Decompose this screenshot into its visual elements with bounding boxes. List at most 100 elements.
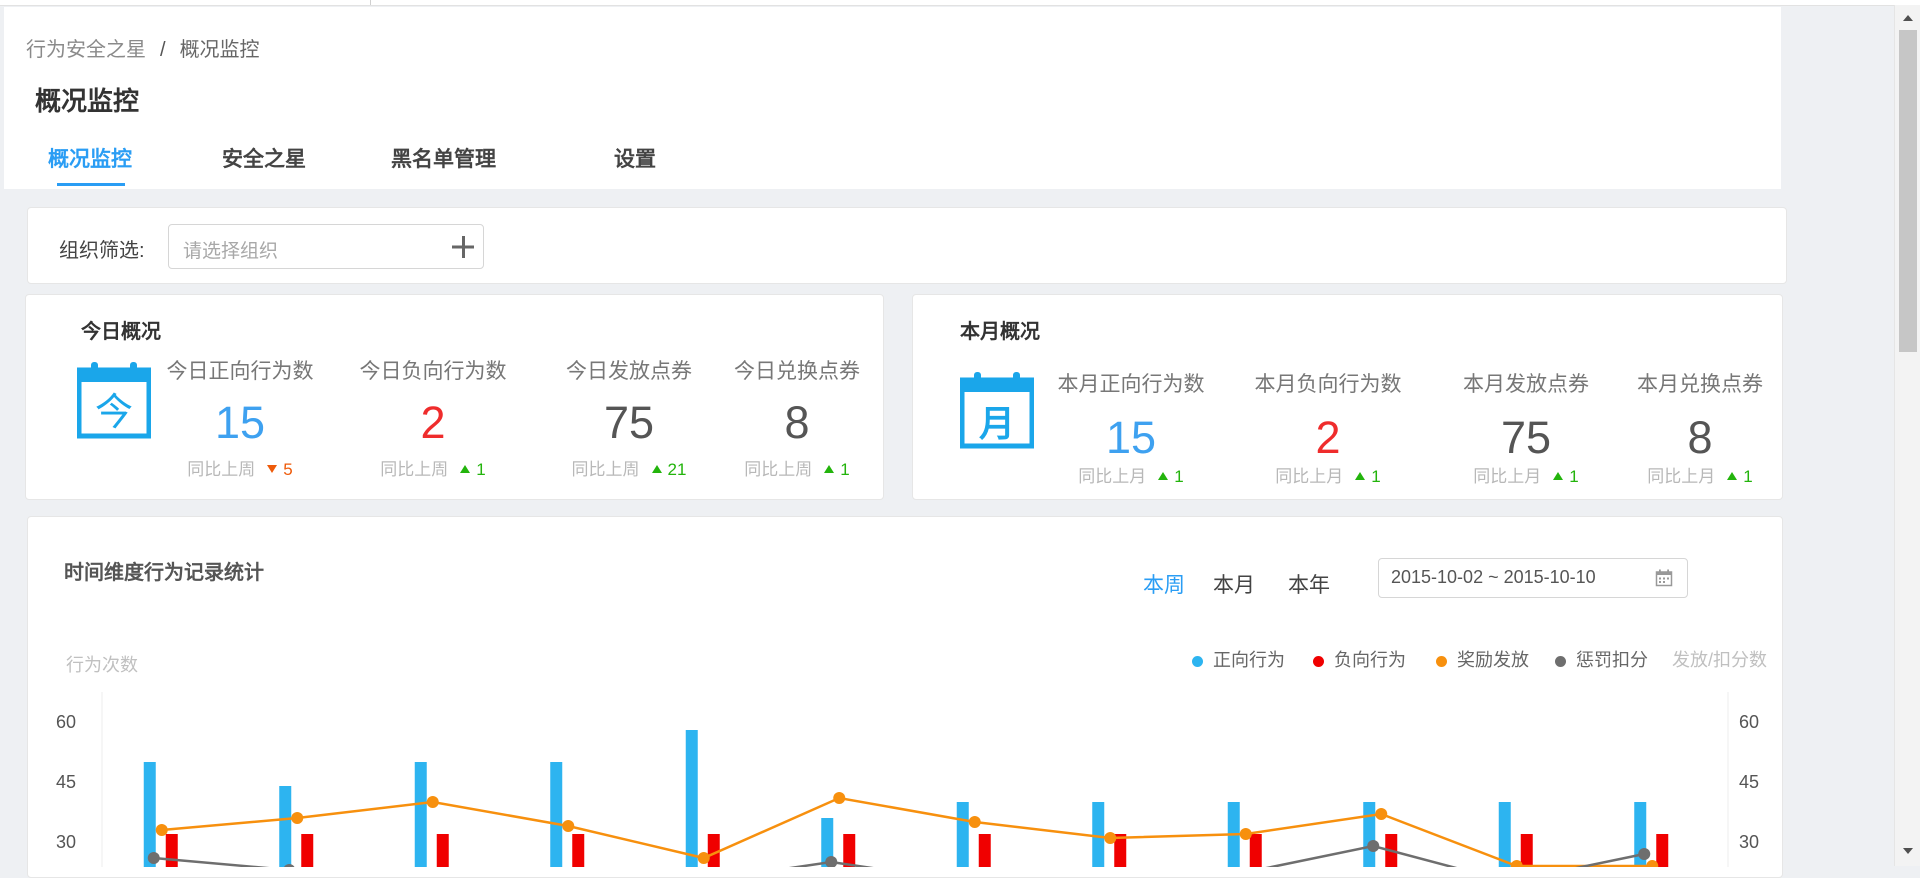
point-reward — [697, 852, 710, 864]
bar-positive — [1092, 802, 1105, 867]
stat-compare: 同比上周 1 — [380, 460, 486, 479]
point-reward — [291, 812, 304, 824]
legend-reward[interactable]: 奖励发放 — [1436, 646, 1529, 672]
stat-label: 今日负向行为数 — [359, 360, 507, 383]
trend-up-icon — [1553, 472, 1564, 480]
calendar-month-char: 月 — [979, 404, 1015, 445]
org-select-placeholder: 请选择组织 — [183, 241, 279, 262]
line-penalty — [153, 844, 1645, 867]
legend-penalty[interactable]: 惩罚扣分 — [1555, 646, 1648, 672]
point-reward — [426, 796, 439, 808]
stat-label: 本月正向行为数 — [1057, 373, 1205, 396]
bar-negative — [165, 834, 178, 867]
stat-month-redeemed: 本月兑换点券 8 同比上月 1 — [1610, 368, 1790, 487]
tab-settings[interactable]: 设置 — [614, 143, 656, 173]
stat-label: 本月负向行为数 — [1254, 373, 1402, 396]
breadcrumb: 行为安全之星 / 概况监控 — [26, 33, 260, 62]
tab-bar: 概况监控 安全之星 黑名单管理 设置 — [4, 139, 904, 187]
time-dimension-chart-card: 60 45 30 60 45 30 时间维度行为记录统计 本周 本月 本年 2015-10… — [27, 516, 1783, 878]
point-reward — [155, 824, 168, 836]
date-range-picker[interactable]: 2015-10-02 ~ 2015-10-10 — [1378, 558, 1688, 598]
legend-dot-icon — [1313, 655, 1324, 667]
stat-value: 15 — [214, 397, 266, 448]
stat-compare: 同比上月 1 — [1647, 467, 1753, 486]
right-axis-label: 发放/扣分数 — [1672, 650, 1768, 670]
trend-up-icon — [460, 465, 471, 473]
stat-label: 本月发放点券 — [1463, 373, 1589, 396]
trend-up-icon — [1158, 472, 1169, 480]
right-tick-label: 60 — [1739, 712, 1759, 732]
plus-icon[interactable] — [450, 234, 476, 260]
breadcrumb-root[interactable]: 行为安全之星 — [26, 39, 146, 61]
right-tick-label: 30 — [1739, 832, 1759, 852]
left-axis-label: 行为次数 — [66, 655, 138, 675]
stat-value: 15 — [1105, 412, 1157, 463]
month-overview-title: 本月概况 — [960, 321, 1040, 343]
point-penalty — [1638, 848, 1651, 860]
stat-label: 本月兑换点券 — [1637, 373, 1763, 396]
line-reward — [161, 796, 1653, 867]
trend-up-icon — [824, 465, 835, 473]
period-month-button[interactable]: 本月 — [1213, 569, 1255, 599]
point-reward — [833, 792, 846, 804]
stat-value: 8 — [1687, 412, 1713, 463]
bar-negative — [436, 834, 449, 867]
stat-compare: 同比上月 1 — [1275, 467, 1381, 486]
bar-negative — [301, 834, 314, 867]
breadcrumb-separator: / — [160, 39, 166, 61]
tab-safety-star[interactable]: 安全之星 — [222, 143, 306, 173]
chart-title: 时间维度行为记录统计 — [64, 562, 264, 584]
legend-dot-icon — [1192, 655, 1203, 667]
point-reward — [1104, 832, 1117, 844]
vertical-scrollbar[interactable] — [1894, 5, 1920, 866]
period-year-button[interactable]: 本年 — [1288, 569, 1330, 599]
page-title: 概况监控 — [35, 86, 140, 116]
bar-negative — [1656, 834, 1669, 867]
calendar-today-char: 今 — [95, 390, 133, 434]
scroll-thumb[interactable] — [1899, 30, 1917, 352]
trend-up-icon — [651, 465, 662, 473]
stat-value: 75 — [1500, 412, 1552, 463]
stat-compare: 同比上周 5 — [187, 460, 293, 479]
trend-up-icon — [1727, 472, 1738, 480]
stat-month-positive: 本月正向行为数 15 同比上月 1 — [1041, 368, 1221, 487]
bar-negative — [572, 834, 585, 867]
stat-value: 75 — [603, 397, 655, 448]
legend-negative[interactable]: 负向行为 — [1313, 646, 1406, 672]
bar-positive — [279, 786, 292, 867]
filter-label: 组织筛选: — [59, 240, 145, 262]
calendar-icon[interactable] — [1655, 569, 1673, 587]
stat-month-negative: 本月负向行为数 2 同比上月 1 — [1238, 368, 1418, 487]
scroll-up-arrow-icon[interactable] — [1903, 15, 1913, 21]
today-overview-title: 今日概况 — [81, 321, 161, 343]
stat-value: 2 — [420, 397, 446, 448]
month-overview-card: 本月概况 月 本月正向行为数 15 同比上月 1 本月负向行为数 2 同比上月 1 … — [912, 294, 1783, 500]
trend-up-icon — [1355, 472, 1366, 480]
bar-positive — [143, 762, 156, 867]
org-select-input[interactable]: 请选择组织 — [168, 224, 484, 269]
stat-compare: 同比上周 21 — [571, 460, 687, 479]
calendar-today-icon: 今 — [77, 362, 151, 439]
scroll-down-arrow-icon[interactable] — [1903, 848, 1913, 854]
tab-overview[interactable]: 概况监控 — [48, 143, 132, 173]
breadcrumb-current: 概况监控 — [179, 39, 260, 61]
point-reward — [562, 820, 575, 832]
stat-label: 今日发放点券 — [566, 360, 692, 383]
legend-dot-icon — [1555, 655, 1566, 667]
bar-positive — [1363, 802, 1376, 867]
date-range-text: 2015-10-02 ~ 2015-10-10 — [1391, 567, 1596, 587]
stat-compare: 同比上月 1 — [1078, 467, 1184, 486]
stat-today-negative: 今日负向行为数 2 同比上周 1 — [343, 355, 523, 480]
period-week-button[interactable]: 本周 — [1143, 569, 1185, 599]
tab-blacklist[interactable]: 黑名单管理 — [391, 143, 496, 173]
y-tick-label: 30 — [56, 832, 76, 852]
bar-positive — [956, 802, 969, 867]
bar-positive — [550, 762, 563, 867]
stat-value: 2 — [1315, 412, 1341, 463]
filter-bar: 组织筛选: 请选择组织 — [27, 207, 1787, 284]
right-tick-label: 45 — [1739, 772, 1759, 792]
window-top-edge — [0, 0, 1920, 6]
bar-negative — [843, 834, 856, 867]
legend-positive[interactable]: 正向行为 — [1192, 646, 1285, 672]
stat-compare: 同比上周 1 — [744, 460, 850, 479]
